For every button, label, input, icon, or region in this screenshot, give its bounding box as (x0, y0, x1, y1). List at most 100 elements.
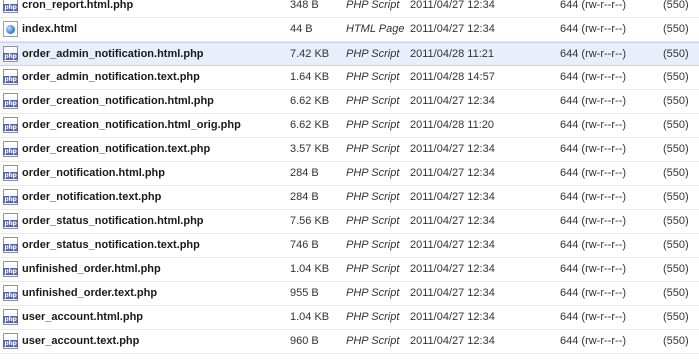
file-name[interactable]: order_creation_notification.html_orig.ph… (22, 114, 241, 137)
file-name[interactable]: unfinished_order.text.php (22, 282, 157, 305)
file-icon-cell: php (3, 186, 19, 209)
file-name[interactable]: order_notification.text.php (22, 186, 161, 209)
file-permissions[interactable]: 644 (rw-r--r--) (560, 258, 626, 281)
file-owner: (550) (663, 48, 689, 60)
file-name[interactable]: order_admin_notification.html.php (22, 43, 204, 66)
php-icon-label: php (3, 148, 18, 155)
html-file-icon (3, 21, 18, 37)
file-modified: 2011/04/27 12:34 (410, 143, 495, 155)
php-file-icon: php (3, 261, 18, 277)
file-name[interactable]: index.html (22, 18, 77, 41)
file-modified: 2011/04/27 12:34 (410, 335, 495, 347)
file-permissions[interactable]: 644 (rw-r--r--) (560, 330, 626, 353)
file-type: PHP Script (346, 0, 400, 11)
php-file-icon: php (3, 285, 18, 301)
file-permissions[interactable]: 644 (rw-r--r--) (560, 234, 626, 257)
file-row[interactable]: php order_notification.html.php 284 B PHP S… (0, 162, 699, 186)
file-permissions[interactable]: 644 (rw-r--r--) (560, 114, 626, 137)
file-permissions[interactable]: 644 (rw-r--r--) (560, 306, 626, 329)
php-file-icon: php (3, 165, 18, 181)
file-owner: (550) (663, 119, 689, 131)
file-modified: 2011/04/27 12:34 (410, 191, 495, 203)
file-permissions[interactable]: 644 (rw-r--r--) (560, 18, 626, 41)
file-owner: (550) (663, 71, 689, 83)
file-name[interactable]: order_notification.html.php (22, 162, 165, 185)
file-owner: (550) (663, 239, 689, 251)
file-permissions[interactable]: 644 (rw-r--r--) (560, 282, 626, 305)
file-row[interactable]: php order_admin_notification.html.php 7.42… (0, 42, 699, 66)
file-name[interactable]: user_account.html.php (22, 306, 143, 329)
file-name[interactable]: order_creation_notification.text.php (22, 138, 210, 161)
php-icon-label: php (3, 244, 18, 251)
file-name[interactable]: order_creation_notification.html.php (22, 90, 214, 113)
file-owner: (550) (663, 0, 689, 11)
file-icon-cell: php (3, 282, 19, 305)
file-type: PHP Script (346, 167, 400, 179)
file-permissions[interactable]: 644 (rw-r--r--) (560, 210, 626, 233)
file-row[interactable]: php order_status_notification.html.php 7.5… (0, 210, 699, 234)
file-permissions[interactable]: 644 (rw-r--r--) (560, 43, 626, 66)
file-owner: (550) (663, 143, 689, 155)
file-name[interactable]: order_status_notification.text.php (22, 234, 200, 257)
file-row[interactable]: php order_creation_notification.text.php 3… (0, 138, 699, 162)
file-row[interactable]: php user_account.text.php 960 B PHP Script 2… (0, 330, 699, 354)
file-name[interactable]: unfinished_order.html.php (22, 258, 161, 281)
file-row[interactable]: php order_creation_notification.html.php 6… (0, 90, 699, 114)
file-size: 348 B (290, 0, 319, 11)
file-type: PHP Script (346, 335, 400, 347)
php-file-icon: php (3, 46, 18, 62)
file-owner: (550) (663, 263, 689, 275)
file-name[interactable]: user_account.text.php (22, 330, 139, 353)
file-permissions[interactable]: 644 (rw-r--r--) (560, 90, 626, 113)
file-row[interactable]: index.html 44 B HTML Page 2011/04/27 12:34 6… (0, 18, 699, 42)
php-icon-label: php (3, 196, 18, 203)
php-file-icon: php (3, 0, 18, 13)
file-permissions[interactable]: 644 (rw-r--r--) (560, 66, 626, 89)
file-icon-cell: php (3, 258, 19, 281)
file-row[interactable]: php order_admin_notification.text.php 1.64… (0, 66, 699, 90)
file-type: PHP Script (346, 263, 400, 275)
file-list: php cron_report.html.php 348 B PHP Script 20… (0, 0, 699, 360)
file-owner: (550) (663, 23, 689, 35)
file-modified: 2011/04/27 12:34 (410, 215, 495, 227)
php-file-icon: php (3, 213, 18, 229)
file-owner: (550) (663, 287, 689, 299)
file-type: PHP Script (346, 239, 400, 251)
file-icon-cell: php (3, 114, 19, 137)
php-icon-label: php (3, 220, 18, 227)
php-file-icon: php (3, 237, 18, 253)
file-permissions[interactable]: 644 (rw-r--r--) (560, 0, 626, 17)
php-file-icon: php (3, 69, 18, 85)
file-name[interactable]: order_status_notification.html.php (22, 210, 204, 233)
file-type: HTML Page (346, 23, 405, 35)
php-icon-label: php (3, 53, 18, 60)
file-name[interactable]: order_admin_notification.text.php (22, 66, 200, 89)
php-icon-label: php (3, 292, 18, 299)
file-row[interactable]: php unfinished_order.text.php 955 B PHP Scr… (0, 282, 699, 306)
file-type: PHP Script (346, 71, 400, 83)
file-row[interactable]: php order_status_notification.text.php 746… (0, 234, 699, 258)
file-modified: 2011/04/27 12:34 (410, 311, 495, 323)
file-type: PHP Script (346, 311, 400, 323)
file-row[interactable]: php order_notification.text.php 284 B PHP S… (0, 186, 699, 210)
file-row[interactable]: php unfinished_order.html.php 1.04 KB PHP S… (0, 258, 699, 282)
file-type: PHP Script (346, 95, 400, 107)
file-icon-cell: php (3, 138, 19, 161)
file-owner: (550) (663, 311, 689, 323)
file-permissions[interactable]: 644 (rw-r--r--) (560, 162, 626, 185)
file-row[interactable]: php cron_report.html.php 348 B PHP Script 20… (0, 0, 699, 18)
file-modified: 2011/04/28 11:21 (410, 48, 495, 60)
file-row[interactable]: php user_account.html.php 1.04 KB PHP Scrip… (0, 306, 699, 330)
file-permissions[interactable]: 644 (rw-r--r--) (560, 138, 626, 161)
globe-icon (6, 25, 15, 34)
php-icon-label: php (3, 340, 18, 347)
file-row[interactable]: php order_creation_notification.html_orig… (0, 114, 699, 138)
file-name[interactable]: cron_report.html.php (22, 0, 133, 17)
php-icon-label: php (3, 100, 18, 107)
file-size: 1.04 KB (290, 311, 330, 323)
file-owner: (550) (663, 215, 689, 227)
file-icon-cell: php (3, 330, 19, 353)
file-size: 7.56 KB (290, 215, 330, 227)
php-file-icon: php (3, 333, 18, 349)
file-permissions[interactable]: 644 (rw-r--r--) (560, 186, 626, 209)
